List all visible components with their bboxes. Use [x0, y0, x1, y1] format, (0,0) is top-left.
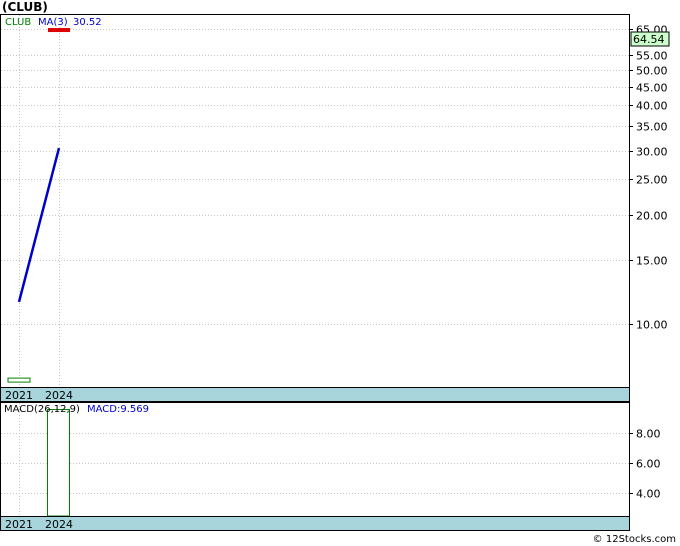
price-tick-label: 40.00 — [636, 100, 668, 113]
macd-date-strip — [0, 516, 630, 531]
macd-series — [47, 408, 70, 517]
price-tick-label: 55.00 — [636, 50, 668, 63]
macd-x-label: 2024 — [45, 518, 73, 531]
price-date-strip — [0, 387, 630, 402]
legend-ma-value: 30.52 — [73, 17, 102, 28]
chart-canvas: 10.00 15.00 20.00 25.00 30.00 35.00 40.00 45.00… — [0, 14, 670, 531]
legend-club: CLUB — [5, 17, 31, 28]
credit-text: © 12Stocks.com — [592, 534, 676, 545]
price-tick-label: 50.00 — [636, 65, 668, 78]
legend-ma: MA(3) — [38, 17, 68, 28]
last-price-label: 64.54 — [633, 33, 665, 46]
price-x-label: 2024 — [45, 389, 73, 402]
price-tick-label: 20.00 — [636, 210, 668, 223]
macd-label: MACD(26,12,9) — [4, 404, 80, 415]
macd-tick-label: 4.00 — [636, 488, 661, 501]
price-tick-label: 10.00 — [636, 319, 668, 332]
macd-y-axis: 4.00 6.00 8.00 — [629, 428, 661, 501]
macd-bar — [47, 408, 70, 517]
macd-tick-label: 8.00 — [636, 428, 661, 441]
price-tick-label: 15.00 — [636, 255, 668, 268]
price-bar-last — [48, 28, 70, 33]
macd-tick-label: 6.00 — [636, 458, 661, 471]
price-x-label: 2021 — [5, 389, 33, 402]
price-tick-label: 25.00 — [636, 174, 668, 187]
price-tick-label: 35.00 — [636, 121, 668, 134]
price-bar — [7, 377, 31, 383]
price-y-axis: 10.00 15.00 20.00 25.00 30.00 35.00 40.00 45.00… — [629, 24, 668, 332]
price-tick-label: 30.00 — [636, 146, 668, 159]
macd-value-label: MACD:9.569 — [87, 404, 149, 415]
macd-x-label: 2021 — [5, 518, 33, 531]
price-tick-label: 45.00 — [636, 82, 668, 95]
macd-panel-frame — [0, 402, 630, 517]
